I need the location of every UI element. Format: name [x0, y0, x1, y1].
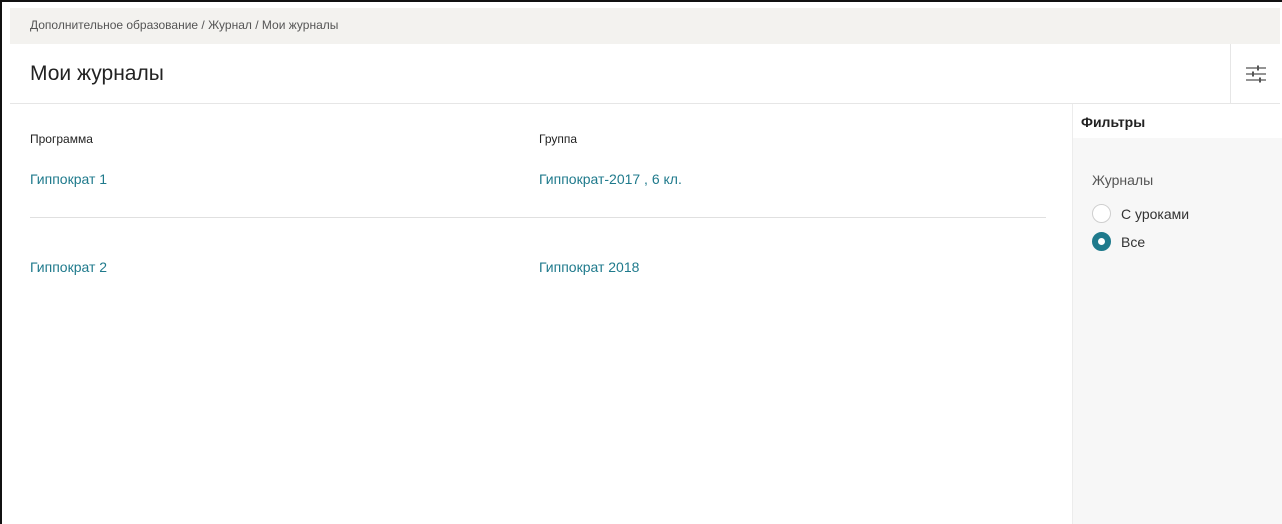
program-link[interactable]: Гиппократ 2 — [30, 259, 107, 275]
breadcrumb: Дополнительное образование / Журнал / Мо… — [10, 8, 1280, 44]
breadcrumb-separator: / — [251, 18, 262, 32]
breadcrumb-item-my-journals: Мои журналы — [261, 18, 339, 32]
filters-panel: Фильтры Журналы С уроками Все — [1072, 104, 1282, 524]
program-link[interactable]: Гиппократ 1 — [30, 171, 107, 187]
filter-group-label: Журналы — [1092, 172, 1154, 188]
table-row: Гиппократ 2 Гиппократ 2018 — [10, 259, 1072, 279]
page-title: Мои журналы — [30, 62, 164, 85]
breadcrumb-item-journal[interactable]: Журнал — [208, 18, 252, 32]
breadcrumb-separator: / — [198, 18, 209, 32]
sliders-icon — [1245, 65, 1266, 83]
filter-option-label: С уроками — [1121, 205, 1190, 222]
column-header-program: Программа — [30, 132, 93, 146]
radio-unselected[interactable] — [1092, 204, 1111, 223]
filter-option-with-lessons[interactable]: С уроками — [1092, 204, 1189, 223]
journals-table: Программа Группа Гиппократ 1 Гиппократ-2… — [10, 105, 1072, 524]
breadcrumb-item-additional-education[interactable]: Дополнительное образование — [30, 18, 198, 32]
table-row: Гиппократ 1 Гиппократ-2017 , 6 кл. — [10, 171, 1072, 191]
group-link[interactable]: Гиппократ 2018 — [539, 259, 639, 275]
filters-title: Фильтры — [1073, 104, 1282, 138]
page-header: Мои журналы — [10, 44, 1280, 104]
column-header-group: Группа — [539, 132, 578, 146]
filter-toggle-button[interactable] — [1230, 44, 1280, 104]
radio-selected[interactable] — [1092, 232, 1111, 251]
filter-option-label: Все — [1121, 233, 1146, 250]
row-divider — [30, 217, 1046, 218]
group-link[interactable]: Гиппократ-2017 , 6 кл. — [539, 171, 682, 187]
filter-option-all[interactable]: Все — [1092, 232, 1145, 251]
